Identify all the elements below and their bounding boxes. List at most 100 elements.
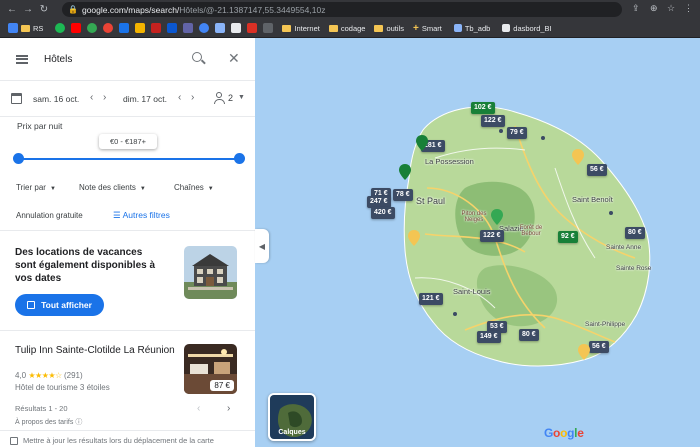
show-all-button[interactable]: Tout afficher — [15, 294, 104, 316]
extensions-icon[interactable]: ⋮ — [684, 3, 693, 14]
youtube-icon[interactable] — [71, 23, 82, 33]
place-sainte-anne[interactable]: Sainte Anne — [606, 244, 641, 251]
price-pin[interactable]: 122 € — [481, 115, 505, 127]
hotel-type: Hôtel de tourisme 3 étoiles — [15, 383, 110, 392]
price-pin[interactable]: 420 € — [371, 207, 395, 219]
price-pin[interactable]: 122 € — [480, 230, 504, 242]
vacation-rental-thumbnail[interactable] — [184, 246, 237, 299]
gmail-icon[interactable] — [151, 23, 162, 33]
next-page-icon[interactable]: › — [227, 403, 230, 414]
chevron-left-icon: ◀ — [258, 241, 266, 251]
hotel-name[interactable]: Tulip Inn Sainte-Clotilde La Réunion — [15, 344, 175, 357]
price-pin[interactable]: 79 € — [507, 127, 527, 139]
bookmark-tb-adb[interactable]: Tb_adb — [451, 24, 490, 33]
price-pin[interactable]: 56 € — [589, 341, 609, 353]
price-pin[interactable]: 78 € — [393, 189, 413, 201]
zoom-icon[interactable]: ⊕ — [650, 3, 658, 14]
folder-icon — [328, 24, 338, 32]
bookmark-smart[interactable]: + Smart — [413, 23, 442, 34]
price-pin[interactable]: 149 € — [477, 331, 501, 343]
place-piton-des-neiges[interactable]: Piton des Neiges — [454, 211, 494, 223]
price-slider-max-handle[interactable] — [233, 153, 245, 164]
place-st-paul[interactable]: St Paul — [416, 196, 445, 206]
teams-icon[interactable] — [183, 23, 194, 33]
search-box[interactable]: Hôtels ✕ — [0, 38, 255, 81]
about-prices-link[interactable]: À propos des tarifs ⓘ — [15, 417, 82, 427]
folder-icon — [21, 24, 30, 32]
bookmark-icon[interactable] — [119, 23, 130, 33]
site-icon[interactable] — [215, 23, 226, 33]
folder-icon — [374, 24, 384, 32]
site-icon[interactable] — [247, 23, 258, 33]
place-saint-louis[interactable]: Saint-Louis — [453, 287, 491, 296]
spotify-icon[interactable] — [55, 23, 66, 33]
bookmark-dashboard[interactable]: dasbord_BI — [499, 24, 552, 33]
close-icon[interactable]: ✕ — [228, 50, 240, 67]
person-icon[interactable] — [213, 92, 225, 105]
checkin-date[interactable]: sam. 16 oct. — [33, 94, 79, 104]
price-pin[interactable]: 56 € — [587, 164, 607, 176]
site-icon[interactable] — [263, 23, 274, 33]
price-slider-min-handle[interactable] — [12, 153, 24, 164]
reviews-dropdown[interactable]: Note des clients ▼ — [79, 183, 146, 192]
sort-dropdown[interactable]: Trier par ▼ — [16, 183, 56, 192]
chains-dropdown[interactable]: Chaînes ▼ — [174, 183, 214, 192]
drive-icon[interactable] — [135, 23, 146, 33]
price-pin[interactable]: 102 € — [471, 102, 495, 114]
hotel-thumbnail[interactable]: 87 € — [184, 344, 237, 394]
caret-down-icon[interactable]: ▼ — [238, 94, 245, 101]
guest-count[interactable]: 2 — [228, 93, 233, 103]
price-pin[interactable]: 80 € — [625, 227, 645, 239]
address-bar[interactable]: 🔒 google.com/maps/search/Hôtels/@-21.138… — [62, 2, 622, 17]
back-icon[interactable]: ← — [4, 4, 20, 15]
tune-icon: ☰ — [113, 210, 121, 220]
price-pin[interactable]: 121 € — [419, 293, 443, 305]
checkout-prev-icon[interactable]: ‹ — [178, 92, 181, 103]
checkin-prev-icon[interactable]: ‹ — [90, 92, 93, 103]
price-pin[interactable]: 80 € — [519, 329, 539, 341]
price-pin[interactable]: 281 € — [421, 140, 445, 152]
site-icon[interactable] — [231, 23, 242, 33]
place-sainte-rose[interactable]: Sainte Rose — [616, 265, 651, 272]
place-saint-philippe[interactable]: Saint-Philippe — [585, 321, 625, 328]
checkout-date[interactable]: dim. 17 oct. — [123, 94, 167, 104]
free-cancel-filter[interactable]: Annulation gratuite — [16, 211, 83, 220]
price-slider-track[interactable] — [18, 158, 239, 160]
more-filters-button[interactable]: ☰ Autres filtres — [113, 210, 170, 221]
bookmark-codage[interactable]: codage — [328, 24, 365, 33]
collapse-panel-button[interactable]: ◀ — [255, 229, 269, 263]
map-canvas[interactable]: La Possession St Paul Salazie Piton des … — [255, 38, 700, 447]
bookmarks-bar: RS Internet codage outils + Smart Tb_adb … — [0, 19, 700, 38]
checkin-next-icon[interactable]: › — [103, 92, 106, 103]
reload-icon[interactable]: ↻ — [36, 4, 52, 15]
update-on-move-checkbox[interactable] — [10, 436, 18, 445]
open-external-icon — [27, 301, 36, 309]
bookmark-outils[interactable]: outils — [374, 24, 404, 33]
docs-icon[interactable] — [167, 23, 178, 33]
maps-icon[interactable] — [87, 23, 98, 33]
forward-icon[interactable]: → — [20, 4, 36, 15]
price-pin[interactable]: 92 € — [558, 231, 578, 243]
filters-row: Trier par ▼ Note des clients ▼ Chaînes ▼ — [0, 183, 255, 197]
caret-down-icon: ▼ — [139, 186, 146, 192]
calendar-icon[interactable] — [11, 93, 22, 104]
search-icon[interactable] — [192, 52, 202, 62]
menu-icon[interactable] — [16, 54, 28, 64]
url-text: google.com/maps/search/Hôtels/@-21.13871… — [81, 4, 326, 15]
google-logo: Google — [544, 426, 584, 440]
star-icon[interactable]: ☆ — [667, 3, 675, 14]
bookmark-internet[interactable]: Internet — [282, 24, 320, 33]
prev-page-icon[interactable]: ‹ — [197, 403, 200, 414]
search-input[interactable]: Hôtels — [44, 54, 72, 65]
google-fav-icon[interactable] — [8, 23, 18, 33]
place-saint-benoit[interactable]: Saint Benoît — [572, 195, 613, 204]
site-icon[interactable] — [199, 23, 210, 33]
update-on-move[interactable]: Mettre à jour les résultats lors du dépl… — [10, 436, 214, 445]
checkout-next-icon[interactable]: › — [191, 92, 194, 103]
place-la-possession[interactable]: La Possession — [425, 157, 474, 166]
install-icon[interactable]: ⇪ — [632, 3, 640, 14]
place-foret-de-bebour[interactable]: Forêt de Bébour — [511, 225, 551, 237]
bookmark-rs[interactable]: RS — [21, 24, 43, 33]
layers-button[interactable]: Calques — [268, 393, 316, 441]
chrome-app-icon[interactable] — [103, 23, 114, 33]
